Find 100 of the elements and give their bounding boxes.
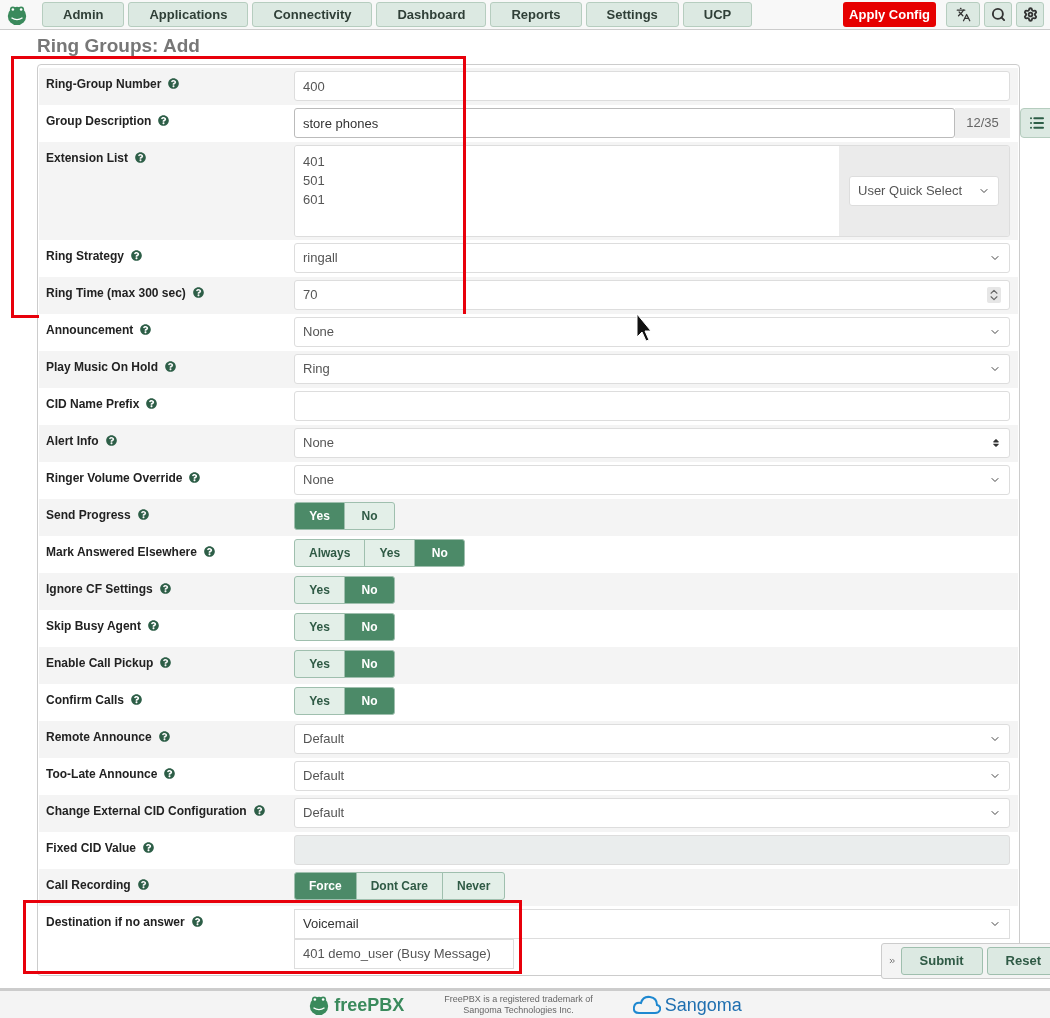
- nav-tab[interactable]: UCP: [682, 2, 753, 27]
- select-field[interactable]: ringall: [294, 243, 1010, 273]
- toggle-option[interactable]: No: [344, 502, 395, 530]
- reset-button[interactable]: Reset: [986, 947, 1050, 975]
- spinner-icon[interactable]: [987, 287, 1001, 303]
- select-field[interactable]: Ring: [294, 354, 1010, 384]
- toggle-option[interactable]: Never: [442, 872, 506, 900]
- quick-select-dropdown[interactable]: User Quick Select: [849, 176, 999, 206]
- help-icon[interactable]: [105, 435, 117, 446]
- nav-tab[interactable]: Reports: [490, 2, 582, 27]
- field-label: Change External CID Configuration: [46, 804, 265, 818]
- settings-icon: [1022, 7, 1038, 22]
- field-label: Ring Strategy: [46, 249, 142, 263]
- field-label: Too-Late Announce: [46, 767, 176, 781]
- help-icon[interactable]: [146, 398, 158, 409]
- toggle-option[interactable]: Yes: [294, 502, 345, 530]
- destination-target-select[interactable]: 401 demo_user (Busy Message): [294, 939, 514, 969]
- field-label: Send Progress: [46, 508, 149, 522]
- field-label: Skip Busy Agent: [46, 619, 159, 633]
- help-icon[interactable]: [168, 78, 180, 89]
- extension-number: 401: [303, 153, 326, 171]
- toggle-option[interactable]: Force: [294, 872, 357, 900]
- side-list-button[interactable]: [1020, 108, 1050, 138]
- apply-config-button[interactable]: Apply Config: [843, 2, 936, 27]
- field-label: Destination if no answer: [46, 915, 203, 929]
- field-label: Fixed CID Value: [46, 841, 155, 855]
- text-field[interactable]: 400: [294, 71, 1010, 101]
- language-button[interactable]: [946, 2, 980, 27]
- help-icon[interactable]: [131, 250, 142, 261]
- submit-button[interactable]: Submit: [900, 947, 983, 975]
- toggle-option[interactable]: No: [344, 687, 395, 715]
- freepbx-logo-text: freePBX: [334, 994, 405, 1015]
- select-field[interactable]: None: [294, 465, 1010, 495]
- help-icon[interactable]: [131, 694, 142, 705]
- field-label: Confirm Calls: [46, 693, 142, 707]
- help-icon[interactable]: [189, 472, 201, 483]
- field-label: Ignore CF Settings: [46, 582, 171, 596]
- help-icon[interactable]: [159, 583, 171, 594]
- help-icon[interactable]: [143, 842, 155, 853]
- toggle-option[interactable]: Yes: [294, 613, 345, 641]
- nav-tab[interactable]: Admin: [42, 2, 125, 27]
- toggle-option[interactable]: Yes: [294, 576, 345, 604]
- toggle-option[interactable]: No: [414, 539, 466, 567]
- help-icon[interactable]: [140, 324, 152, 335]
- help-icon[interactable]: [164, 768, 176, 779]
- text-field[interactable]: store phones: [294, 108, 955, 138]
- nav-tab[interactable]: Settings: [585, 2, 679, 27]
- help-icon[interactable]: [191, 916, 203, 927]
- cloud-logo-icon: [632, 994, 661, 1015]
- help-icon[interactable]: [165, 361, 177, 372]
- search-icon: [990, 7, 1006, 22]
- field-label: Ringer Volume Override: [46, 471, 201, 485]
- search-button[interactable]: [984, 2, 1012, 27]
- trademark-text: FreePBX is a registered trademark of: [444, 993, 593, 1005]
- number-field[interactable]: 70: [294, 280, 1010, 310]
- help-icon[interactable]: [137, 879, 149, 890]
- field-label: Alert Info: [46, 434, 117, 448]
- toggle-option[interactable]: Yes: [364, 539, 416, 567]
- select-field[interactable]: Default: [294, 798, 1010, 828]
- sort-icon: [991, 438, 1001, 448]
- text-field[interactable]: [294, 391, 1010, 421]
- toggle-option[interactable]: Yes: [294, 687, 345, 715]
- field-label: Play Music On Hold: [46, 360, 177, 374]
- field-label: Extension List: [46, 151, 146, 165]
- field-label: Mark Answered Elsewhere: [46, 545, 215, 559]
- extension-number: 501: [303, 172, 326, 190]
- help-icon[interactable]: [147, 620, 159, 631]
- select-field[interactable]: Default: [294, 761, 1010, 791]
- help-icon[interactable]: [253, 805, 265, 816]
- toggle-option[interactable]: No: [344, 576, 395, 604]
- select-field[interactable]: None: [294, 428, 1010, 458]
- list-icon: [1029, 115, 1045, 131]
- page-title: Ring Groups: Add: [37, 34, 200, 58]
- character-counter: 12/35: [955, 108, 1010, 138]
- toggle-option[interactable]: No: [344, 613, 395, 641]
- toggle-option[interactable]: Yes: [294, 650, 345, 678]
- toggle-option[interactable]: Dont Care: [355, 872, 444, 900]
- field-label: Remote Announce: [46, 730, 170, 744]
- toggle-option[interactable]: Always: [294, 539, 366, 567]
- nav-tab[interactable]: Dashboard: [376, 2, 487, 27]
- nav-tab[interactable]: Connectivity: [252, 2, 373, 27]
- help-icon[interactable]: [158, 731, 170, 742]
- field-label: Ring-Group Number: [46, 77, 180, 91]
- help-icon[interactable]: [158, 115, 170, 126]
- help-icon[interactable]: [160, 657, 172, 668]
- help-icon[interactable]: [203, 546, 215, 557]
- select-field[interactable]: Default: [294, 724, 1010, 754]
- select-field[interactable]: None: [294, 317, 1010, 347]
- trademark-text: Sangoma Technologies Inc.: [463, 1004, 574, 1016]
- extension-number: 601: [303, 191, 326, 209]
- settings-button[interactable]: [1016, 2, 1044, 27]
- toggle-option[interactable]: No: [344, 650, 395, 678]
- help-icon[interactable]: [137, 509, 149, 520]
- extension-textarea[interactable]: 401 501 601: [295, 146, 839, 236]
- nav-tab[interactable]: Applications: [128, 2, 249, 27]
- destination-type-select[interactable]: Voicemail: [294, 909, 1010, 939]
- field-label: Call Recording: [46, 878, 149, 892]
- help-icon[interactable]: [135, 152, 146, 163]
- field-label: Ring Time (max 300 sec): [46, 286, 204, 300]
- help-icon[interactable]: [192, 287, 204, 298]
